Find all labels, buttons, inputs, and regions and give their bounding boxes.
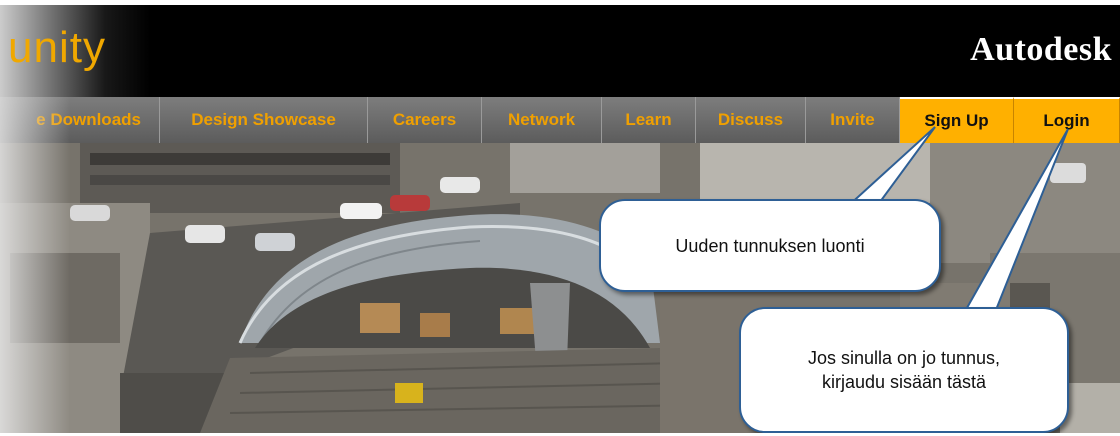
login-callout: Jos sinulla on jo tunnus, kirjaudu sisää… (739, 307, 1069, 433)
site-frame: unity Autodesk e Downloads Design Showca… (0, 5, 1120, 433)
login-callout-line-1: Jos sinulla on jo tunnus, (807, 348, 1001, 368)
sign-up-callout-text: Uuden tunnuksen luonti (675, 235, 865, 256)
login-callout-line-2: kirjaudu sisään tästä (821, 372, 987, 392)
sign-up-callout: Uuden tunnuksen luonti (599, 199, 941, 292)
